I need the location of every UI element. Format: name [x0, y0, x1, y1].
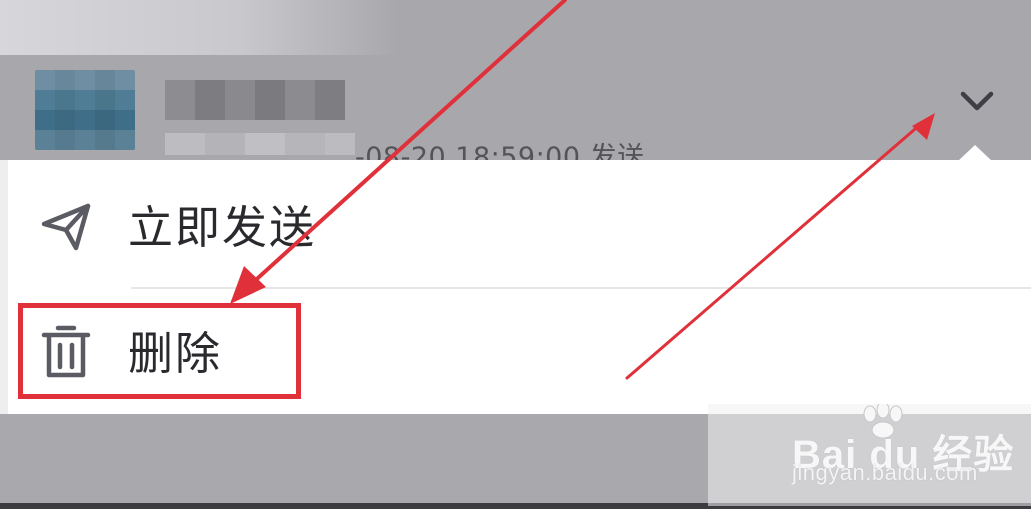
watermark-url: jingyan.baidu.com — [792, 460, 978, 485]
annotation-arrowhead — [912, 113, 935, 140]
annotation-arrow-line — [236, 0, 567, 298]
annotation-arrow-line — [625, 121, 924, 380]
screenshot-stage: -08-20 18:59:00 发送 立即发送 删除 Bai du 经验 jin… — [0, 0, 1031, 509]
baidu-watermark: Bai du 经验 jingyan.baidu.com — [708, 404, 1031, 506]
annotation-arrowhead — [230, 266, 266, 304]
